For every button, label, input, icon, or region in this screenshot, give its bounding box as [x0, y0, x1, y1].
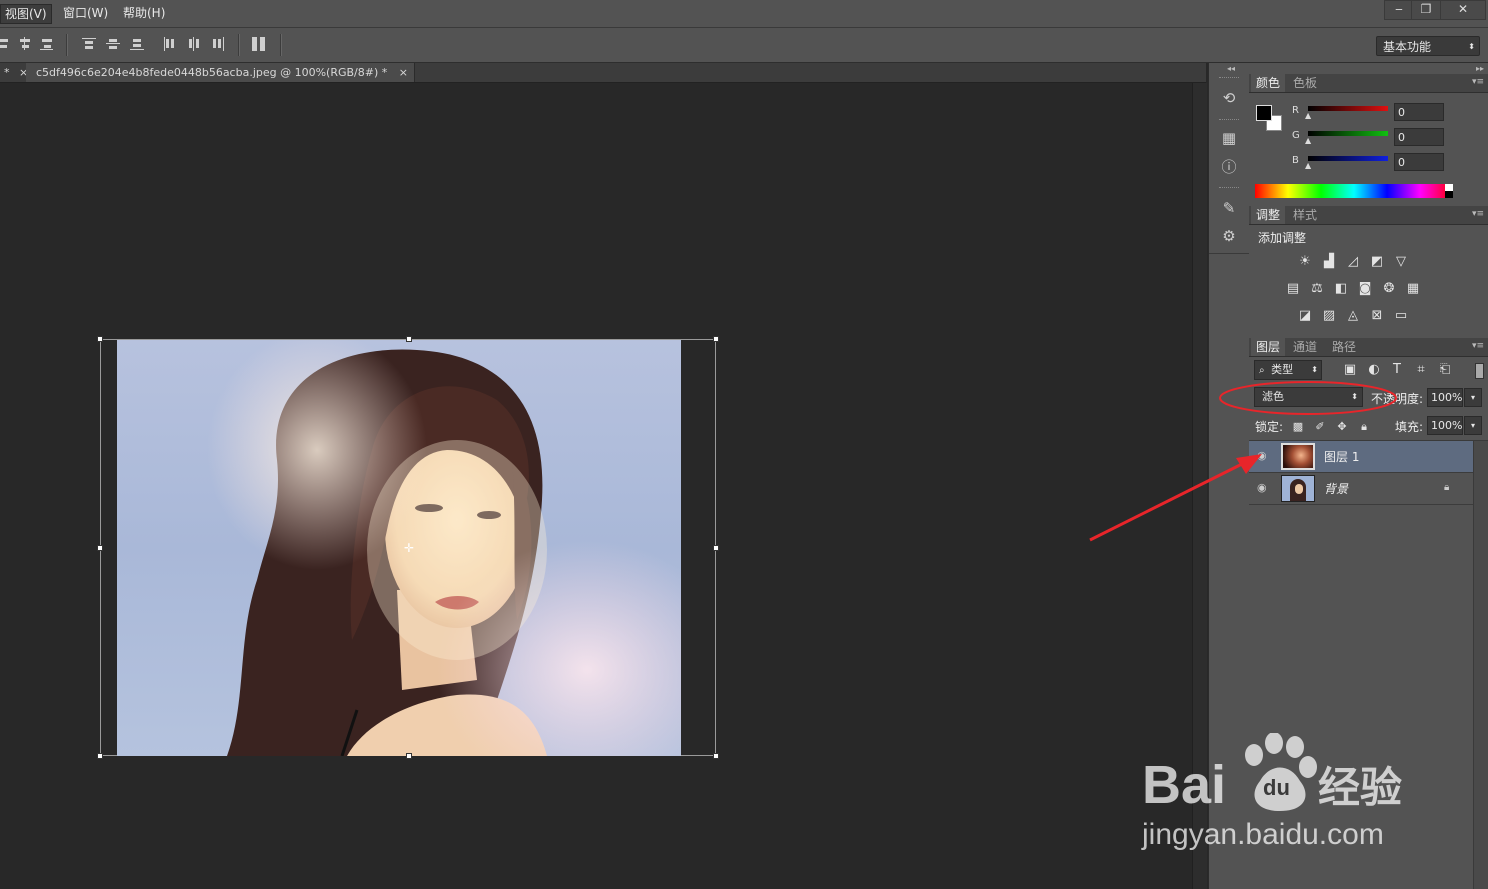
- annotation-arrow-head: [1236, 454, 1262, 474]
- annotation-circle: [1219, 381, 1397, 415]
- watermark-text-du: du: [1263, 775, 1290, 800]
- annotation-arrow-line: [1089, 462, 1243, 542]
- watermark-text-jingyan: 经验: [1318, 763, 1403, 812]
- watermark-text-bai: Bai: [1142, 755, 1227, 815]
- watermark-url: jingyan.baidu.com: [1142, 818, 1384, 851]
- baidu-jingyan-logo: Bai du 经验: [1142, 732, 1422, 823]
